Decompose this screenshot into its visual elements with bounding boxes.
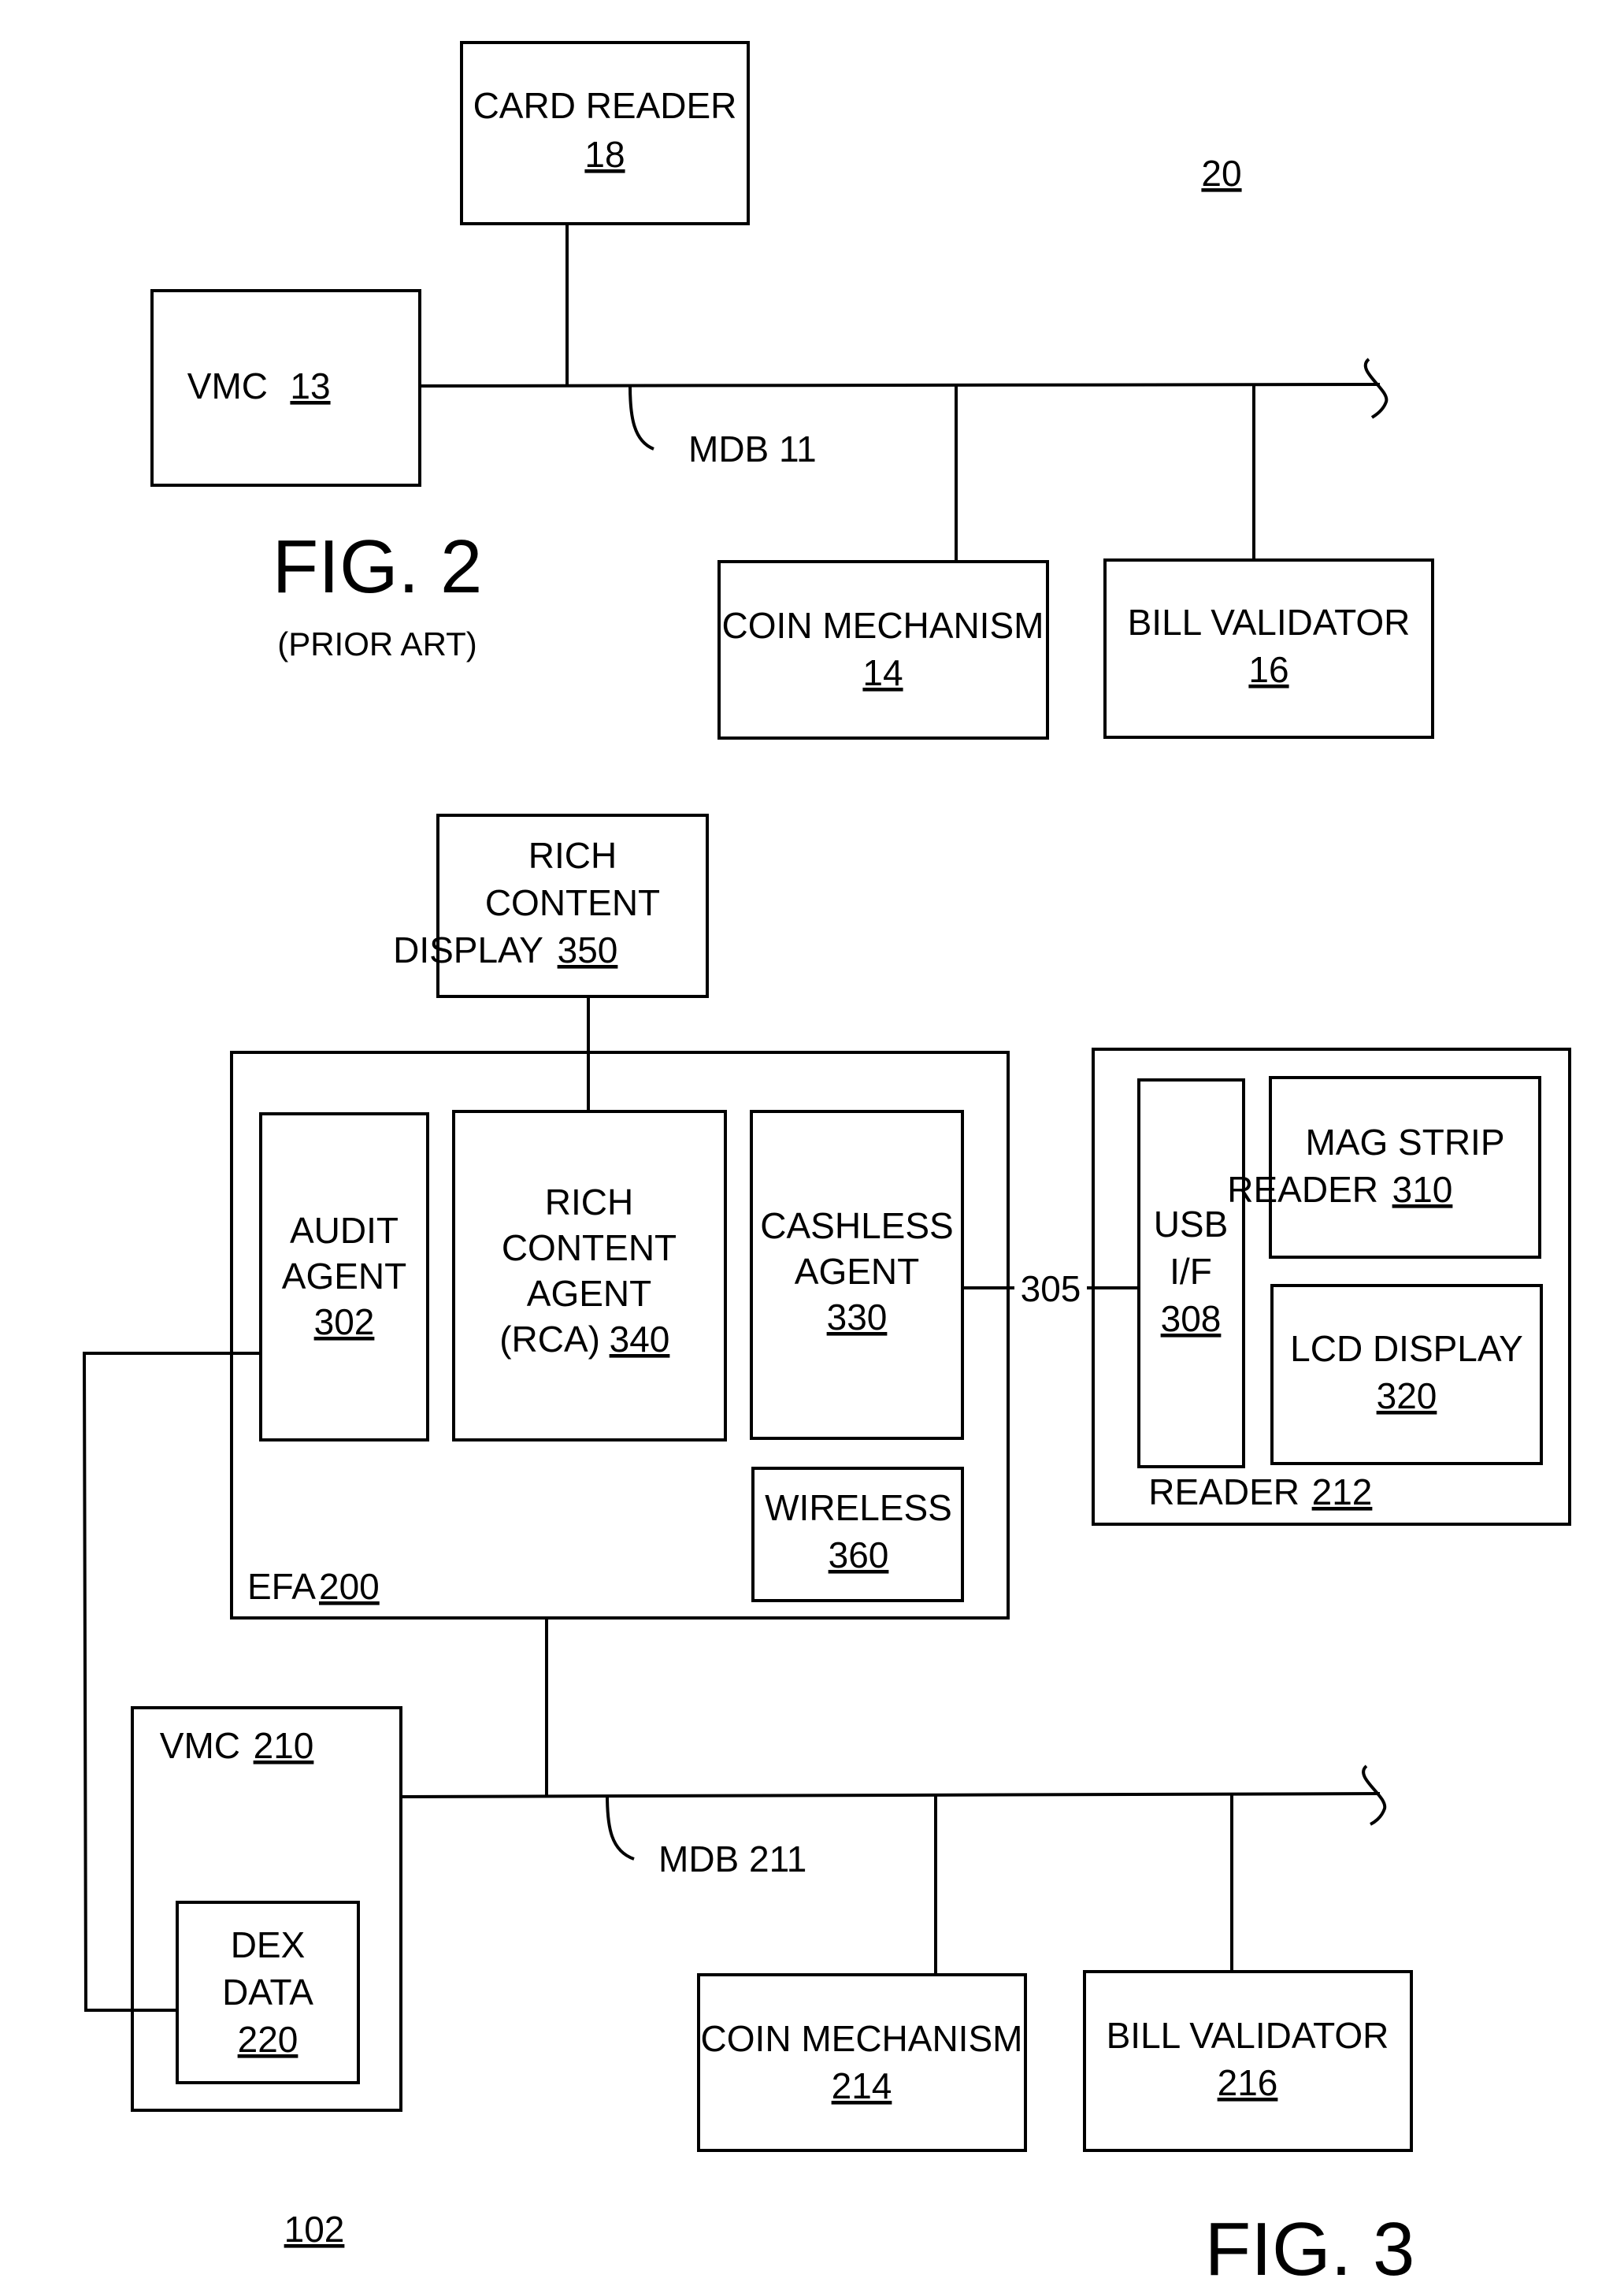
fig3: RICH CONTENT DISPLAY 350 EFA 200 AUDIT A… — [82, 814, 1571, 2291]
bill-validator-216-box — [1083, 1970, 1413, 2152]
mag-strip-line1: MAG STRIP — [1305, 1122, 1504, 1163]
vmc-13-ref: 13 — [290, 365, 330, 406]
cashless-ref: 330 — [827, 1297, 888, 1338]
wireless-ref: 360 — [829, 1534, 889, 1575]
fig3-ref-102: 102 — [284, 2209, 345, 2250]
card-reader-ref: 18 — [584, 134, 625, 175]
audit-agent-line2: AGENT — [282, 1256, 406, 1297]
reader-ref: 212 — [1312, 1471, 1373, 1512]
coin-mechanism-14-label: COIN MECHANISM — [722, 605, 1044, 646]
patent-drawing: CARD READER 18 VMC 13 MDB 11 COIN MECHAN… — [82, 41, 1571, 2291]
mag-strip-ref: 310 — [1392, 1169, 1453, 1210]
rcd-line3: DISPLAY — [393, 929, 543, 970]
coin-mechanism-14-box — [717, 560, 1049, 740]
dex-ref: 220 — [238, 2019, 298, 2060]
rca-line1: RICH — [545, 1182, 633, 1223]
coin-mechanism-14-ref: 14 — [862, 652, 903, 693]
fig2-subtitle: (PRIOR ART) — [277, 625, 477, 662]
mdb-11-leader — [628, 385, 654, 451]
audit-to-dex-connection — [82, 1352, 261, 2012]
cashless-line2: AGENT — [795, 1251, 919, 1292]
bill-validator-16-label: BILL VALIDATOR — [1128, 602, 1411, 643]
mdb-11-label: MDB 11 — [688, 429, 817, 469]
mdb-211-label: MDB 211 — [658, 1838, 806, 1879]
mag-strip-line2: READER — [1227, 1169, 1378, 1210]
rca-line3: AGENT — [527, 1273, 651, 1314]
audit-agent-ref: 302 — [314, 1301, 375, 1342]
coin-mechanism-214-ref: 214 — [832, 2065, 892, 2106]
rcd-line1: RICH — [528, 835, 617, 876]
audit-agent-line1: AUDIT — [290, 1210, 399, 1251]
rcd-ref: 350 — [558, 929, 618, 970]
dex-line2: DATA — [222, 1972, 313, 2013]
rcd-line2: CONTENT — [485, 882, 660, 923]
usb-ref: 308 — [1161, 1298, 1222, 1339]
card-reader-label: CARD READER — [473, 85, 737, 126]
fig3-title: FIG. 3 — [1205, 2207, 1415, 2291]
usb-line1: USB — [1154, 1204, 1229, 1245]
fig2-ref-20: 20 — [1201, 153, 1241, 194]
efa-ref: 200 — [319, 1566, 380, 1607]
bill-validator-16-ref: 16 — [1248, 649, 1288, 690]
usb-line2: I/F — [1170, 1251, 1212, 1292]
lcd-label: LCD DISPLAY — [1290, 1328, 1523, 1369]
bill-validator-216-ref: 216 — [1218, 2062, 1278, 2103]
fig2-title: FIG. 2 — [273, 525, 483, 609]
rca-line4: (RCA) — [499, 1319, 600, 1360]
mdb-11-bus-line — [419, 383, 1381, 388]
fig2: CARD READER 18 VMC 13 MDB 11 COIN MECHAN… — [150, 41, 1434, 740]
dex-line1: DEX — [231, 1924, 306, 1965]
vmc-210-ref: 210 — [254, 1725, 314, 1766]
card-reader-18-box — [460, 41, 750, 225]
reader-label: READER — [1148, 1471, 1300, 1512]
coin-mechanism-214-label: COIN MECHANISM — [701, 2018, 1023, 2059]
wireless-label: WIRELESS — [765, 1487, 952, 1528]
mag-strip-reader-310-box — [1269, 1076, 1541, 1259]
efa-label: EFA — [247, 1566, 316, 1607]
link-305-label: 305 — [1021, 1268, 1081, 1309]
coin-mechanism-214-box — [697, 1973, 1027, 2152]
lcd-display-320-box — [1270, 1284, 1543, 1465]
vmc-210-label: VMC — [160, 1725, 240, 1766]
bus-break-symbol — [1363, 358, 1389, 419]
bill-validator-216-label: BILL VALIDATOR — [1107, 2015, 1389, 2056]
vmc-13-label: VMC — [187, 365, 268, 406]
rca-line2: CONTENT — [502, 1227, 677, 1268]
mdb-211-leader — [606, 1794, 635, 1861]
lcd-ref: 320 — [1377, 1375, 1437, 1416]
rca-ref: 340 — [610, 1319, 670, 1360]
cashless-line1: CASHLESS — [760, 1205, 953, 1246]
